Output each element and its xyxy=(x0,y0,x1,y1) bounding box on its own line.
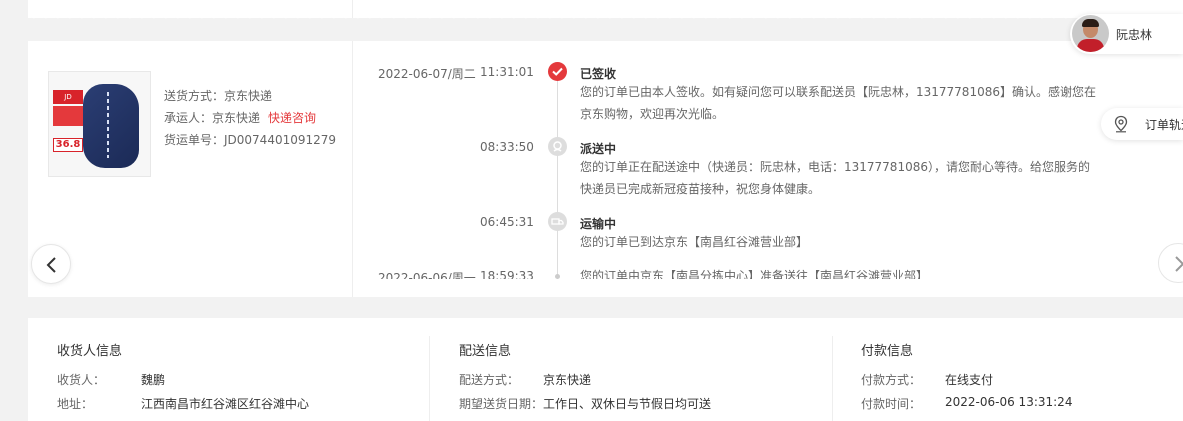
avatar xyxy=(1072,15,1109,52)
timeline-line xyxy=(557,73,558,279)
timeline-desc: 您的订单已由本人签收。如有疑问您可以联系配送员【阮忠林，13177781086】… xyxy=(580,85,1096,121)
order-info-card: 收货人信息 收货人： 魏鹏 地址： 江西南昌市红谷滩区红谷滩中心 配送信息 配送… xyxy=(28,318,1183,421)
prev-package-button[interactable] xyxy=(31,244,71,284)
divider xyxy=(832,336,833,421)
dot-icon xyxy=(555,274,560,279)
price-tag: 36.8 xyxy=(53,138,83,152)
timeline-time: 06:45:31 xyxy=(480,215,534,229)
courier-name: 阮忠林 xyxy=(1116,28,1153,42)
cushion-stitch xyxy=(107,92,109,158)
receiver-name-value: 魏鹏 xyxy=(141,373,166,387)
delivery-date-key: 期望送货日期： xyxy=(459,397,544,411)
timeline-time: 18:59:33 xyxy=(480,269,534,279)
receiver-title: 收货人信息 xyxy=(57,344,123,359)
timeline-status: 派送中 xyxy=(580,142,617,156)
divider xyxy=(429,336,430,421)
timeline-time: 08:33:50 xyxy=(480,140,534,154)
avatar-hair xyxy=(1082,19,1099,27)
courier-badge[interactable]: 阮忠林 xyxy=(1070,14,1183,54)
avatar-body xyxy=(1077,39,1104,52)
delivery-date-value: 工作日、双休日与节假日均可送 xyxy=(543,397,712,411)
receiver-name-key: 收货人： xyxy=(57,373,106,387)
timeline-status: 已签收 xyxy=(580,67,617,81)
carrier-label: 承运人：京东快递 xyxy=(164,111,261,125)
check-icon xyxy=(548,62,567,81)
payment-title: 付款信息 xyxy=(861,344,914,359)
tracking-timeline: 2022-06-07/周二 11:31:01 已签收 您的订单已由本人签收。如有… xyxy=(352,41,1112,279)
delivery-method: 送货方式：京东快递 xyxy=(164,89,273,103)
payment-method-value: 在线支付 xyxy=(945,373,994,387)
payment-info: 付款信息 付款方式： 在线支付 付款时间： 2022-06-06 13:31:2… xyxy=(861,318,1181,421)
chevron-left-icon xyxy=(46,257,56,273)
receiver-address-value: 江西南昌市红谷滩区红谷滩中心 xyxy=(141,397,310,411)
delivery-title: 配送信息 xyxy=(459,344,512,359)
delivery-method-value: 京东快递 xyxy=(543,373,592,387)
timeline-desc: 您的订单正在配送途中（快递员：阮忠林，电话：13177781086），请您耐心等… xyxy=(580,160,1090,196)
zigzag-edge xyxy=(28,14,1183,22)
product-thumbnail[interactable]: JD 36.8 xyxy=(48,71,151,177)
timeline-status: 运输中 xyxy=(580,217,617,231)
chevron-right-icon xyxy=(1175,256,1183,272)
promo-tag: JD xyxy=(53,90,83,104)
timeline-time: 11:31:01 xyxy=(480,65,534,79)
next-package-button[interactable] xyxy=(1158,243,1183,283)
truck-icon xyxy=(548,212,567,231)
order-track-button[interactable]: 订单轨迹 xyxy=(1101,108,1183,140)
shipment-info: 送货方式：京东快递 承运人：京东快递 快递咨询 货运单号：JD0074401091… xyxy=(164,85,336,151)
delivery-method-key: 配送方式： xyxy=(459,373,520,387)
receiver-info: 收货人信息 收货人： 魏鹏 地址： 江西南昌市红谷滩区红谷滩中心 xyxy=(57,318,427,421)
delivery-info: 配送信息 配送方式： 京东快递 期望送货日期： 工作日、双休日与节假日均可送 xyxy=(459,318,829,421)
package-tracking-card: JD 36.8 送货方式：京东快递 承运人：京东快递 快递咨询 货运单号：JD00… xyxy=(28,41,1183,297)
tracking-number: 货运单号：JD0074401091279 xyxy=(164,133,337,147)
courier-icon xyxy=(548,137,567,156)
courier-consult-link[interactable]: 快递咨询 xyxy=(268,111,316,125)
payment-time-key: 付款时间： xyxy=(861,397,922,411)
carrier-row: 承运人：京东快递 快递咨询 xyxy=(164,107,336,129)
location-pin-icon xyxy=(1114,115,1128,133)
timeline-date: 2022-06-06/周一 xyxy=(378,271,476,279)
promo-banner xyxy=(53,106,85,126)
payment-time-value: 2022-06-06 13:31:24 xyxy=(945,395,1073,409)
payment-method-key: 付款方式： xyxy=(861,373,922,387)
receiver-address-key: 地址： xyxy=(57,397,94,411)
timeline-desc: 您的订单由京东【南昌分拣中心】准备送往【南昌红谷滩营业部】 xyxy=(580,269,929,279)
order-track-label: 订单轨迹 xyxy=(1145,118,1183,132)
lumbar-cushion-image xyxy=(83,84,139,168)
timeline-date: 2022-06-07/周二 xyxy=(378,67,476,81)
timeline-desc: 您的订单已到达京东【南昌红谷滩营业部】 xyxy=(580,235,809,249)
